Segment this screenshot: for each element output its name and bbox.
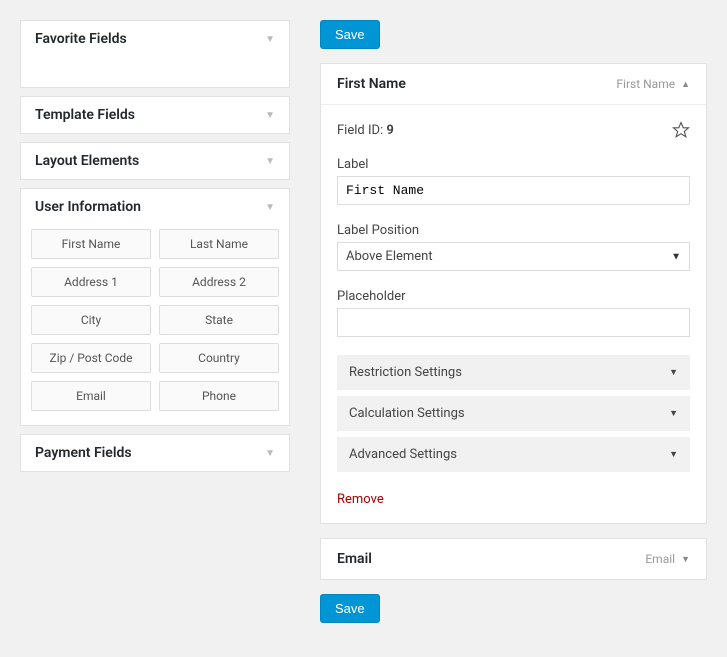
favorite-fields-body [21, 57, 289, 87]
label-row: Label [337, 157, 690, 205]
field-id-row: Field ID: 9 [337, 121, 690, 139]
remove-link[interactable]: Remove [337, 492, 384, 507]
user-info-field-grid: First Name Last Name Address 1 Address 2… [31, 229, 279, 411]
caret-down-icon: ▼ [669, 367, 678, 378]
caret-down-icon: ▼ [671, 251, 681, 262]
field-city[interactable]: City [31, 305, 151, 335]
field-phone[interactable]: Phone [159, 381, 279, 411]
accordion-header-template[interactable]: Template Fields ▼ [21, 97, 289, 133]
star-icon[interactable] [672, 121, 690, 139]
collapsed-title: Email [337, 551, 372, 567]
accordion-header-user-info[interactable]: User Information ▼ [21, 189, 289, 225]
field-id-text: Field ID: 9 [337, 123, 394, 138]
caret-down-icon: ▼ [265, 448, 275, 459]
label-label: Label [337, 157, 690, 172]
caret-down-icon: ▼ [265, 202, 275, 213]
accordion-title: Payment Fields [35, 445, 132, 461]
panel-title: First Name [337, 76, 406, 92]
field-country[interactable]: Country [159, 343, 279, 373]
field-editor-panel: First Name First Name ▲ Field ID: 9 [320, 63, 707, 524]
calculation-settings-toggle[interactable]: Calculation Settings ▼ [337, 396, 690, 431]
caret-down-icon: ▼ [265, 156, 275, 167]
accordion-layout-elements: Layout Elements ▼ [20, 142, 290, 180]
placeholder-row: Placeholder [337, 289, 690, 337]
accordion-title: Favorite Fields [35, 31, 127, 47]
placeholder-label: Placeholder [337, 289, 690, 304]
accordion-header-payment[interactable]: Payment Fields ▼ [21, 435, 289, 471]
main-content: Save First Name First Name ▲ Field ID: 9 [320, 20, 707, 637]
accordion-title: User Information [35, 199, 141, 215]
accordion-header-favorite[interactable]: Favorite Fields ▼ [21, 21, 289, 57]
label-position-select[interactable]: Above Element ▼ [337, 242, 690, 271]
label-position-label: Label Position [337, 223, 690, 238]
field-first-name[interactable]: First Name [31, 229, 151, 259]
panel-body: Field ID: 9 Label Label Position Above E… [321, 105, 706, 523]
accordion-template-fields: Template Fields ▼ [20, 96, 290, 134]
field-address-2[interactable]: Address 2 [159, 267, 279, 297]
accordion-title: Layout Elements [35, 153, 139, 169]
label-position-row: Label Position Above Element ▼ [337, 223, 690, 271]
accordion-header-layout[interactable]: Layout Elements ▼ [21, 143, 289, 179]
caret-up-icon: ▲ [681, 79, 690, 90]
field-last-name[interactable]: Last Name [159, 229, 279, 259]
caret-down-icon: ▼ [669, 449, 678, 460]
field-zip[interactable]: Zip / Post Code [31, 343, 151, 373]
label-input[interactable] [337, 176, 690, 205]
field-state[interactable]: State [159, 305, 279, 335]
save-button[interactable]: Save [320, 20, 380, 49]
caret-down-icon: ▼ [265, 34, 275, 45]
panel-header[interactable]: First Name First Name ▲ [321, 64, 706, 105]
caret-down-icon: ▼ [669, 408, 678, 419]
user-info-body: First Name Last Name Address 1 Address 2… [21, 225, 289, 425]
restriction-settings-toggle[interactable]: Restriction Settings ▼ [337, 355, 690, 390]
caret-down-icon: ▼ [265, 110, 275, 121]
accordion-payment-fields: Payment Fields ▼ [20, 434, 290, 472]
save-button-bottom[interactable]: Save [320, 594, 380, 623]
accordion-title: Template Fields [35, 107, 135, 123]
collapsed-type-label: Email ▼ [645, 552, 690, 566]
collapsed-field-panel[interactable]: Email Email ▼ [320, 538, 707, 580]
advanced-settings-toggle[interactable]: Advanced Settings ▼ [337, 437, 690, 472]
placeholder-input[interactable] [337, 308, 690, 337]
field-email[interactable]: Email [31, 381, 151, 411]
accordion-user-information: User Information ▼ First Name Last Name … [20, 188, 290, 426]
field-address-1[interactable]: Address 1 [31, 267, 151, 297]
caret-down-icon: ▼ [681, 554, 690, 565]
sidebar: Favorite Fields ▼ Template Fields ▼ Layo… [20, 20, 290, 637]
accordion-favorite-fields: Favorite Fields ▼ [20, 20, 290, 88]
panel-type-label: First Name ▲ [616, 77, 690, 91]
